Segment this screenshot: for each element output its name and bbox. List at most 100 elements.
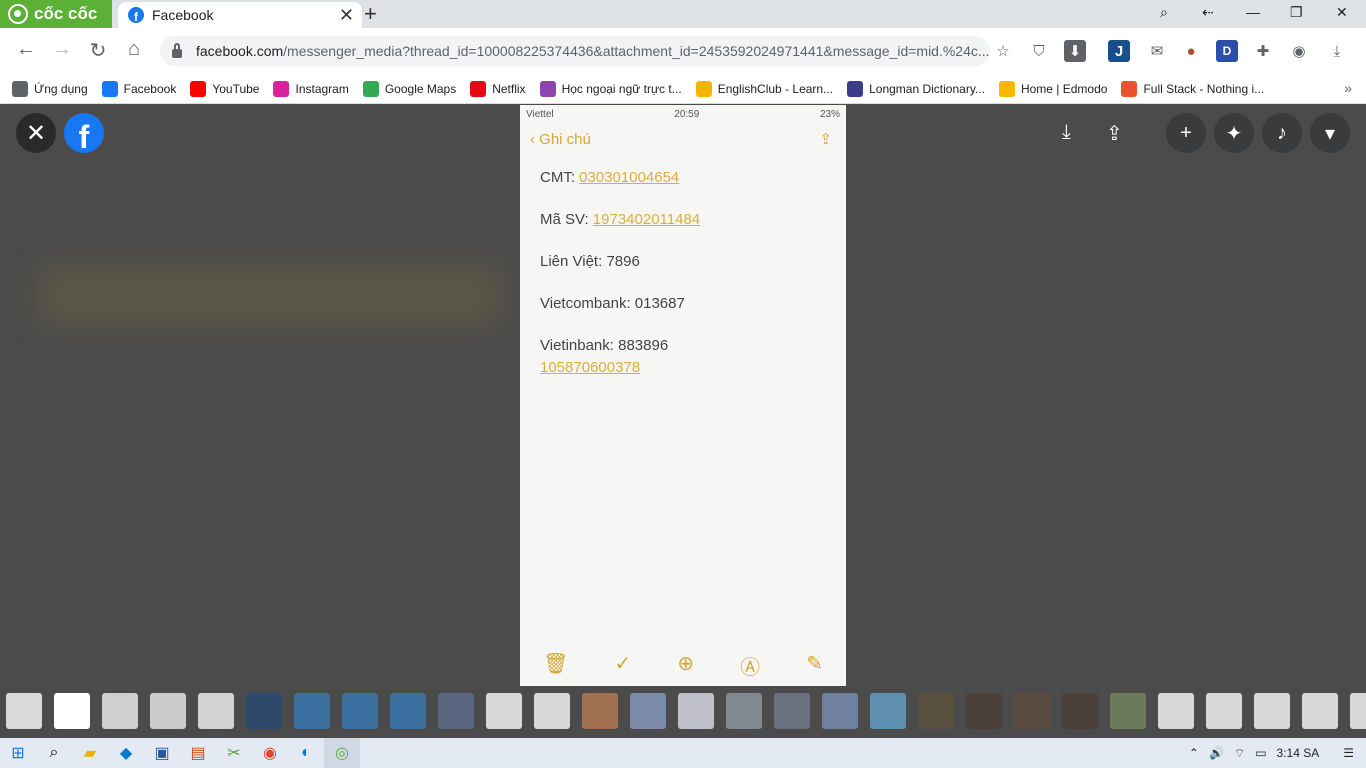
media-thumbnail[interactable]: [54, 693, 90, 729]
file-explorer-icon[interactable]: ▰: [72, 738, 108, 768]
back-to-tab-icon[interactable]: ⇠: [1202, 4, 1214, 21]
bookmark-item[interactable]: Facebook: [101, 80, 176, 97]
vscode-icon[interactable]: ◆: [108, 738, 144, 768]
media-thumbnail[interactable]: [6, 693, 42, 729]
bookmark-star-icon[interactable]: ☆: [992, 40, 1014, 62]
note-line-label: Liên Việt:: [540, 253, 607, 270]
clock[interactable]: 3:14 SA: [1277, 746, 1320, 760]
minimize-button[interactable]: —: [1246, 4, 1260, 20]
create-button[interactable]: +: [1166, 113, 1206, 153]
bookmark-item[interactable]: EnglishClub - Learn...: [695, 80, 833, 97]
media-thumbnail[interactable]: [630, 693, 666, 729]
mail-extension-icon[interactable]: ✉: [1146, 40, 1168, 62]
media-thumbnail[interactable]: [342, 693, 378, 729]
media-thumbnail[interactable]: [390, 693, 426, 729]
media-thumbnail[interactable]: [1062, 693, 1098, 729]
media-thumbnail[interactable]: [102, 693, 138, 729]
media-thumbnail[interactable]: [1014, 693, 1050, 729]
search-icon[interactable]: ⌕: [36, 738, 72, 768]
media-thumbnail[interactable]: [582, 693, 618, 729]
messenger-icon[interactable]: ✦: [1214, 113, 1254, 153]
bookmark-item[interactable]: Full Stack - Nothing i...: [1121, 80, 1264, 97]
phone-status-bar: Viettel 20:59 23%: [520, 105, 846, 123]
snipping-tool-icon[interactable]: ✂: [216, 738, 252, 768]
forward-button[interactable]: →: [50, 38, 74, 61]
note-line-label: Vietcombank:: [540, 295, 635, 312]
download-media-icon[interactable]: ⤓: [1062, 121, 1071, 144]
media-thumbnail[interactable]: [534, 693, 570, 729]
note-line-value: 030301004654: [579, 169, 680, 186]
cookie-extension-icon[interactable]: ●: [1180, 40, 1202, 62]
media-thumbnail[interactable]: [198, 693, 234, 729]
tray-chevron-icon[interactable]: ⌃: [1189, 746, 1199, 760]
facebook-icon: [101, 80, 118, 97]
media-thumbnail[interactable]: [870, 693, 906, 729]
media-thumbnail[interactable]: [966, 693, 1002, 729]
tab-facebook[interactable]: f Facebook ✕: [118, 2, 362, 28]
media-thumbnail[interactable]: [246, 693, 282, 729]
lock-icon: [172, 42, 182, 58]
media-thumbnail[interactable]: [822, 693, 858, 729]
media-thumbnail[interactable]: [774, 693, 810, 729]
media-thumbnail[interactable]: [678, 693, 714, 729]
media-thumbnail[interactable]: [1158, 693, 1194, 729]
system-tray: ⌃ 🔊 ⌔ ▭ 3:14 SA ☰: [1189, 738, 1354, 768]
media-thumbnail[interactable]: [1206, 693, 1242, 729]
media-thumbnail[interactable]: [294, 693, 330, 729]
media-thumbnail[interactable]: [150, 693, 186, 729]
photos-app-icon[interactable]: ▣: [144, 738, 180, 768]
thumbnail-strip: [0, 686, 1366, 736]
bookmark-item[interactable]: Học ngoại ngữ trực t...: [539, 80, 682, 97]
bookmark-item[interactable]: Instagram: [273, 80, 349, 97]
wifi-icon[interactable]: ⌔: [1234, 746, 1245, 761]
notifications-icon[interactable]: ♪: [1262, 113, 1302, 153]
office-app-icon[interactable]: ▤: [180, 738, 216, 768]
bookmark-item[interactable]: Longman Dictionary...: [847, 80, 985, 97]
media-thumbnail[interactable]: [1302, 693, 1338, 729]
back-button[interactable]: ←: [14, 38, 38, 61]
home-button[interactable]: ⌂: [122, 38, 146, 61]
volume-icon[interactable]: 🔊: [1209, 746, 1224, 760]
windows-start-icon[interactable]: ⊞: [0, 738, 36, 768]
bookmark-item[interactable]: Home | Edmodo: [998, 80, 1107, 97]
downloads-icon[interactable]: ⤓: [1326, 40, 1348, 62]
j-extension-icon[interactable]: J: [1108, 40, 1130, 62]
account-menu-icon[interactable]: ▾: [1310, 113, 1350, 153]
shield-icon[interactable]: ⛉: [1028, 40, 1050, 62]
coccoc-taskbar-icon[interactable]: ◎: [324, 738, 360, 768]
profile-icon[interactable]: ◉: [1288, 40, 1310, 62]
address-bar[interactable]: facebook.com/messenger_media?thread_id=1…: [160, 36, 990, 66]
restore-button[interactable]: ❐: [1290, 4, 1303, 21]
tab-search-icon[interactable]: ⌕: [1160, 4, 1168, 21]
bookmark-item[interactable]: YouTube: [190, 80, 259, 97]
media-thumbnail[interactable]: [438, 693, 474, 729]
battery-label: 23%: [819, 108, 840, 120]
bookmarks-overflow-icon[interactable]: »: [1344, 80, 1352, 96]
bookmark-item[interactable]: Ứng dụng: [12, 80, 88, 97]
media-thumbnail[interactable]: [1254, 693, 1290, 729]
share-icon[interactable]: ⇪: [1106, 121, 1123, 146]
d-extension-icon[interactable]: D: [1216, 40, 1238, 62]
new-tab-button[interactable]: +: [364, 1, 377, 27]
download-extension-icon[interactable]: ⬇: [1064, 40, 1086, 62]
bookmark-item[interactable]: Netflix: [470, 80, 526, 97]
facebook-logo-icon[interactable]: f: [64, 113, 104, 153]
close-viewer-button[interactable]: ✕: [16, 113, 56, 153]
notifications-center-icon[interactable]: ☰: [1343, 746, 1354, 760]
bookmark-item[interactable]: Google Maps: [362, 80, 456, 97]
edge-icon[interactable]: ◐: [288, 738, 324, 768]
note-line-label: Vietinbank:: [540, 337, 619, 354]
coccoc-logo[interactable]: cốc cốc: [0, 0, 112, 28]
media-thumbnail[interactable]: [918, 693, 954, 729]
media-thumbnail[interactable]: [1350, 693, 1366, 729]
media-thumbnail[interactable]: [486, 693, 522, 729]
notes-share-icon: ⇪: [819, 131, 832, 148]
media-thumbnail[interactable]: [726, 693, 762, 729]
extensions-puzzle-icon[interactable]: ✚: [1252, 40, 1274, 62]
window-close-button[interactable]: ✕: [1336, 4, 1348, 21]
tab-close-icon[interactable]: ✕: [339, 5, 354, 26]
battery-icon[interactable]: ▭: [1255, 746, 1266, 760]
media-thumbnail[interactable]: [1110, 693, 1146, 729]
reload-button[interactable]: ↻: [86, 38, 110, 63]
chrome-icon[interactable]: ◉: [252, 738, 288, 768]
